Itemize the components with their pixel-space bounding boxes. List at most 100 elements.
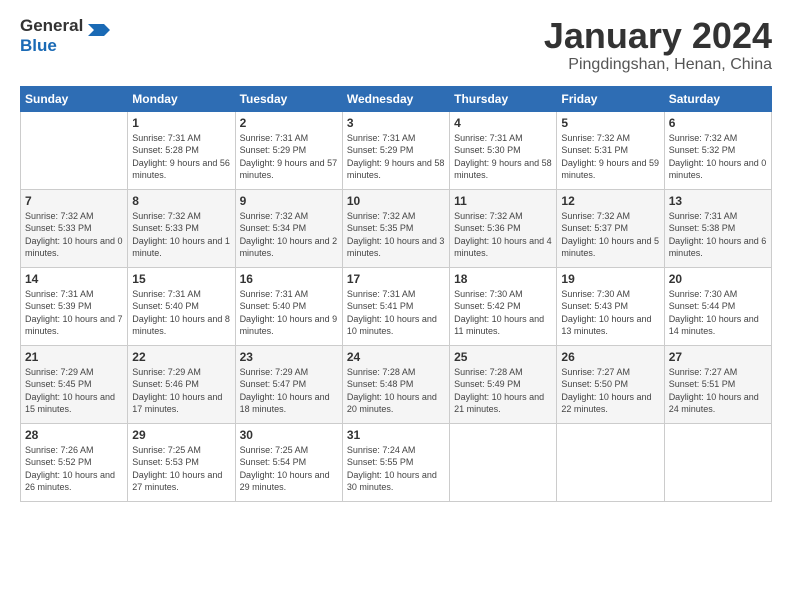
daylight-text: Daylight: 10 hours and 1 minute. [132, 235, 230, 260]
page-container: General Blue January 2024 Pingdingshan, … [0, 0, 792, 512]
table-row: 20 Sunrise: 7:30 AM Sunset: 5:44 PM Dayl… [664, 267, 771, 345]
day-number: 2 [240, 116, 338, 130]
sunrise-text: Sunrise: 7:25 AM [132, 444, 230, 457]
logo-arrow-icon [88, 20, 110, 48]
daylight-text: Daylight: 10 hours and 9 minutes. [240, 313, 338, 338]
daylight-text: Daylight: 10 hours and 30 minutes. [347, 469, 445, 494]
sunrise-text: Sunrise: 7:24 AM [347, 444, 445, 457]
sunrise-text: Sunrise: 7:31 AM [347, 132, 445, 145]
col-wednesday: Wednesday [342, 86, 449, 111]
sunset-text: Sunset: 5:30 PM [454, 144, 552, 157]
day-info: Sunrise: 7:32 AM Sunset: 5:32 PM Dayligh… [669, 132, 767, 182]
daylight-text: Daylight: 10 hours and 13 minutes. [561, 313, 659, 338]
sunset-text: Sunset: 5:40 PM [132, 300, 230, 313]
day-info: Sunrise: 7:27 AM Sunset: 5:51 PM Dayligh… [669, 366, 767, 416]
sunrise-text: Sunrise: 7:29 AM [132, 366, 230, 379]
sunset-text: Sunset: 5:29 PM [347, 144, 445, 157]
day-info: Sunrise: 7:31 AM Sunset: 5:28 PM Dayligh… [132, 132, 230, 182]
sunrise-text: Sunrise: 7:27 AM [669, 366, 767, 379]
table-row: 7 Sunrise: 7:32 AM Sunset: 5:33 PM Dayli… [21, 189, 128, 267]
sunrise-text: Sunrise: 7:29 AM [240, 366, 338, 379]
table-row: 28 Sunrise: 7:26 AM Sunset: 5:52 PM Dayl… [21, 423, 128, 501]
table-row [21, 111, 128, 189]
day-number: 5 [561, 116, 659, 130]
sunrise-text: Sunrise: 7:25 AM [240, 444, 338, 457]
day-info: Sunrise: 7:31 AM Sunset: 5:29 PM Dayligh… [347, 132, 445, 182]
header-row: Sunday Monday Tuesday Wednesday Thursday… [21, 86, 772, 111]
day-info: Sunrise: 7:29 AM Sunset: 5:46 PM Dayligh… [132, 366, 230, 416]
daylight-text: Daylight: 10 hours and 11 minutes. [454, 313, 552, 338]
daylight-text: Daylight: 10 hours and 8 minutes. [132, 313, 230, 338]
sunset-text: Sunset: 5:32 PM [669, 144, 767, 157]
day-number: 19 [561, 272, 659, 286]
table-row: 26 Sunrise: 7:27 AM Sunset: 5:50 PM Dayl… [557, 345, 664, 423]
day-info: Sunrise: 7:25 AM Sunset: 5:53 PM Dayligh… [132, 444, 230, 494]
day-number: 29 [132, 428, 230, 442]
sunrise-text: Sunrise: 7:30 AM [454, 288, 552, 301]
daylight-text: Daylight: 10 hours and 15 minutes. [25, 391, 123, 416]
day-number: 18 [454, 272, 552, 286]
daylight-text: Daylight: 10 hours and 10 minutes. [347, 313, 445, 338]
day-info: Sunrise: 7:25 AM Sunset: 5:54 PM Dayligh… [240, 444, 338, 494]
sunset-text: Sunset: 5:37 PM [561, 222, 659, 235]
sunset-text: Sunset: 5:54 PM [240, 456, 338, 469]
sunrise-text: Sunrise: 7:32 AM [347, 210, 445, 223]
daylight-text: Daylight: 10 hours and 26 minutes. [25, 469, 123, 494]
sunset-text: Sunset: 5:40 PM [240, 300, 338, 313]
daylight-text: Daylight: 10 hours and 5 minutes. [561, 235, 659, 260]
daylight-text: Daylight: 9 hours and 56 minutes. [132, 157, 230, 182]
week-row-3: 14 Sunrise: 7:31 AM Sunset: 5:39 PM Dayl… [21, 267, 772, 345]
day-info: Sunrise: 7:28 AM Sunset: 5:49 PM Dayligh… [454, 366, 552, 416]
day-info: Sunrise: 7:32 AM Sunset: 5:33 PM Dayligh… [25, 210, 123, 260]
sunrise-text: Sunrise: 7:31 AM [240, 288, 338, 301]
col-thursday: Thursday [450, 86, 557, 111]
day-number: 31 [347, 428, 445, 442]
col-tuesday: Tuesday [235, 86, 342, 111]
sunset-text: Sunset: 5:42 PM [454, 300, 552, 313]
daylight-text: Daylight: 10 hours and 18 minutes. [240, 391, 338, 416]
week-row-2: 7 Sunrise: 7:32 AM Sunset: 5:33 PM Dayli… [21, 189, 772, 267]
table-row: 30 Sunrise: 7:25 AM Sunset: 5:54 PM Dayl… [235, 423, 342, 501]
table-row: 13 Sunrise: 7:31 AM Sunset: 5:38 PM Dayl… [664, 189, 771, 267]
day-info: Sunrise: 7:32 AM Sunset: 5:33 PM Dayligh… [132, 210, 230, 260]
col-sunday: Sunday [21, 86, 128, 111]
day-number: 16 [240, 272, 338, 286]
day-number: 1 [132, 116, 230, 130]
day-info: Sunrise: 7:29 AM Sunset: 5:45 PM Dayligh… [25, 366, 123, 416]
table-row: 9 Sunrise: 7:32 AM Sunset: 5:34 PM Dayli… [235, 189, 342, 267]
table-row: 15 Sunrise: 7:31 AM Sunset: 5:40 PM Dayl… [128, 267, 235, 345]
sunset-text: Sunset: 5:31 PM [561, 144, 659, 157]
week-row-4: 21 Sunrise: 7:29 AM Sunset: 5:45 PM Dayl… [21, 345, 772, 423]
sunset-text: Sunset: 5:39 PM [25, 300, 123, 313]
sunrise-text: Sunrise: 7:30 AM [669, 288, 767, 301]
col-saturday: Saturday [664, 86, 771, 111]
daylight-text: Daylight: 10 hours and 21 minutes. [454, 391, 552, 416]
table-row: 14 Sunrise: 7:31 AM Sunset: 5:39 PM Dayl… [21, 267, 128, 345]
daylight-text: Daylight: 9 hours and 58 minutes. [454, 157, 552, 182]
day-info: Sunrise: 7:27 AM Sunset: 5:50 PM Dayligh… [561, 366, 659, 416]
sunset-text: Sunset: 5:53 PM [132, 456, 230, 469]
day-info: Sunrise: 7:26 AM Sunset: 5:52 PM Dayligh… [25, 444, 123, 494]
sunrise-text: Sunrise: 7:28 AM [454, 366, 552, 379]
daylight-text: Daylight: 10 hours and 0 minutes. [669, 157, 767, 182]
day-number: 6 [669, 116, 767, 130]
month-title: January 2024 [544, 16, 772, 56]
table-row: 27 Sunrise: 7:27 AM Sunset: 5:51 PM Dayl… [664, 345, 771, 423]
sunrise-text: Sunrise: 7:31 AM [25, 288, 123, 301]
day-info: Sunrise: 7:31 AM Sunset: 5:39 PM Dayligh… [25, 288, 123, 338]
table-row: 6 Sunrise: 7:32 AM Sunset: 5:32 PM Dayli… [664, 111, 771, 189]
day-number: 30 [240, 428, 338, 442]
sunrise-text: Sunrise: 7:32 AM [132, 210, 230, 223]
table-row [557, 423, 664, 501]
sunrise-text: Sunrise: 7:32 AM [454, 210, 552, 223]
sunset-text: Sunset: 5:33 PM [132, 222, 230, 235]
day-info: Sunrise: 7:32 AM Sunset: 5:37 PM Dayligh… [561, 210, 659, 260]
table-row: 31 Sunrise: 7:24 AM Sunset: 5:55 PM Dayl… [342, 423, 449, 501]
sunrise-text: Sunrise: 7:30 AM [561, 288, 659, 301]
table-row: 23 Sunrise: 7:29 AM Sunset: 5:47 PM Dayl… [235, 345, 342, 423]
day-info: Sunrise: 7:31 AM Sunset: 5:29 PM Dayligh… [240, 132, 338, 182]
day-number: 25 [454, 350, 552, 364]
day-info: Sunrise: 7:31 AM Sunset: 5:38 PM Dayligh… [669, 210, 767, 260]
day-number: 24 [347, 350, 445, 364]
sunrise-text: Sunrise: 7:32 AM [669, 132, 767, 145]
